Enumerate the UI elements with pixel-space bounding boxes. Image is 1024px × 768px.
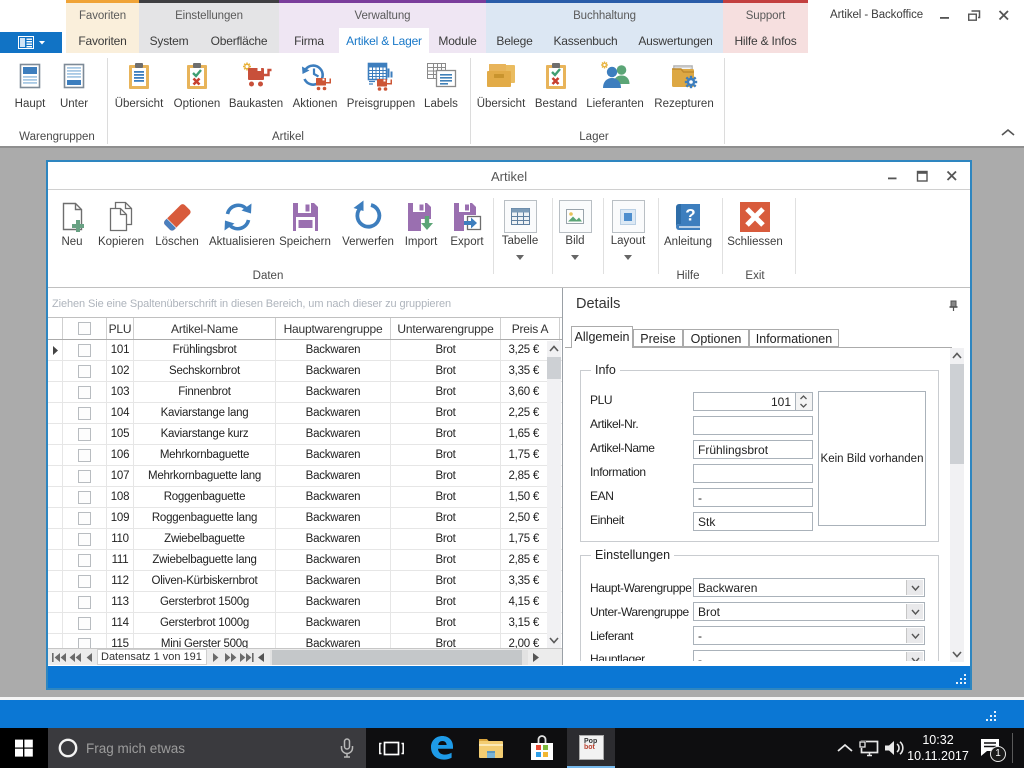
svg-text:?: ? xyxy=(685,206,695,225)
